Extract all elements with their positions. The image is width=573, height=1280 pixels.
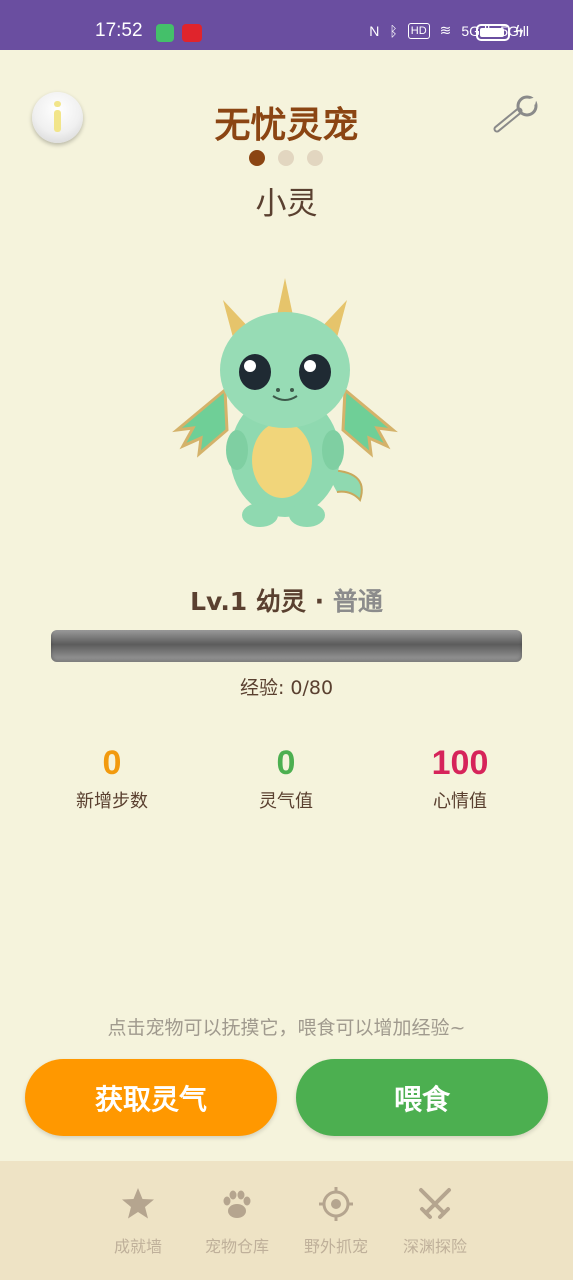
nav-item-achievements[interactable]: 成就墙 <box>88 1161 188 1257</box>
stat-steps: 0 新增步数 <box>32 744 192 813</box>
nav-item-wild-catch[interactable]: 野外抓宠 <box>286 1161 386 1257</box>
nav-item-abyss[interactable]: 深渊探险 <box>385 1161 485 1257</box>
hd-icon: HD <box>407 22 430 39</box>
level-text: Lv.1 幼灵 <box>190 587 306 616</box>
page-dot-2[interactable] <box>278 150 294 166</box>
rarity-label: 普通 <box>332 587 383 616</box>
stat-spirit-label: 灵气值 <box>259 791 313 812</box>
stat-steps-value: 0 <box>102 744 122 782</box>
feed-button[interactable]: 喂食 <box>296 1059 548 1136</box>
nfc-icon: N <box>369 22 380 39</box>
gather-spirit-button[interactable]: 获取灵气 <box>25 1059 277 1136</box>
pet-dragon-image[interactable] <box>165 270 405 535</box>
app-title: 无忧灵宠 <box>214 105 359 146</box>
nav-item-pet-storage[interactable]: 宠物仓库 <box>187 1161 287 1257</box>
xp-progress-bar <box>51 630 522 662</box>
stat-spirit: 0 灵气值 <box>206 744 366 813</box>
nav-label-pet-storage: 宠物仓库 <box>204 1237 269 1256</box>
nav-label-achievements: 成就墙 <box>113 1237 162 1256</box>
wrench-icon[interactable] <box>491 95 541 135</box>
page-dot-1[interactable] <box>249 150 265 166</box>
status-time: 17:52 <box>95 20 143 41</box>
page-indicator <box>249 150 323 166</box>
messages-app-icon <box>156 24 174 42</box>
nav-label-abyss: 深渊探险 <box>402 1237 467 1256</box>
target-icon <box>319 1187 353 1221</box>
star-icon <box>122 1188 154 1219</box>
stat-mood: 100 心情值 <box>380 744 540 813</box>
crossed-swords-icon <box>419 1188 451 1219</box>
nav-label-wild-catch: 野外抓宠 <box>303 1237 368 1256</box>
xp-label: 经验: 0/80 <box>239 677 334 699</box>
stat-spirit-value: 0 <box>276 744 296 782</box>
level-separator: · <box>314 587 325 616</box>
page-dot-3[interactable] <box>307 150 323 166</box>
charging-icon: ϟ <box>514 22 525 41</box>
pet-level: Lv.1 幼灵 · 普通 <box>0 582 573 618</box>
battery-icon <box>476 24 510 41</box>
stat-mood-label: 心情值 <box>433 791 487 812</box>
wifi-icon: ≋ <box>439 22 452 38</box>
pet-name: 小灵 <box>255 186 318 222</box>
hint-text: 点击宠物可以抚摸它，喂食可以增加经验~ <box>107 1017 466 1039</box>
stat-steps-label: 新增步数 <box>76 791 148 812</box>
paw-icon <box>223 1190 251 1218</box>
notification-app-icon <box>182 24 202 42</box>
stat-mood-value: 100 <box>431 744 489 782</box>
bluetooth-icon: ᛒ <box>389 22 398 39</box>
bottom-nav: 成就墙 宠物仓库 野外抓宠 深渊探险 <box>0 1161 573 1280</box>
status-bar: 17:52 N ᛒ HD ≋ 5Gıll 5Gıll ϟ <box>0 0 573 50</box>
